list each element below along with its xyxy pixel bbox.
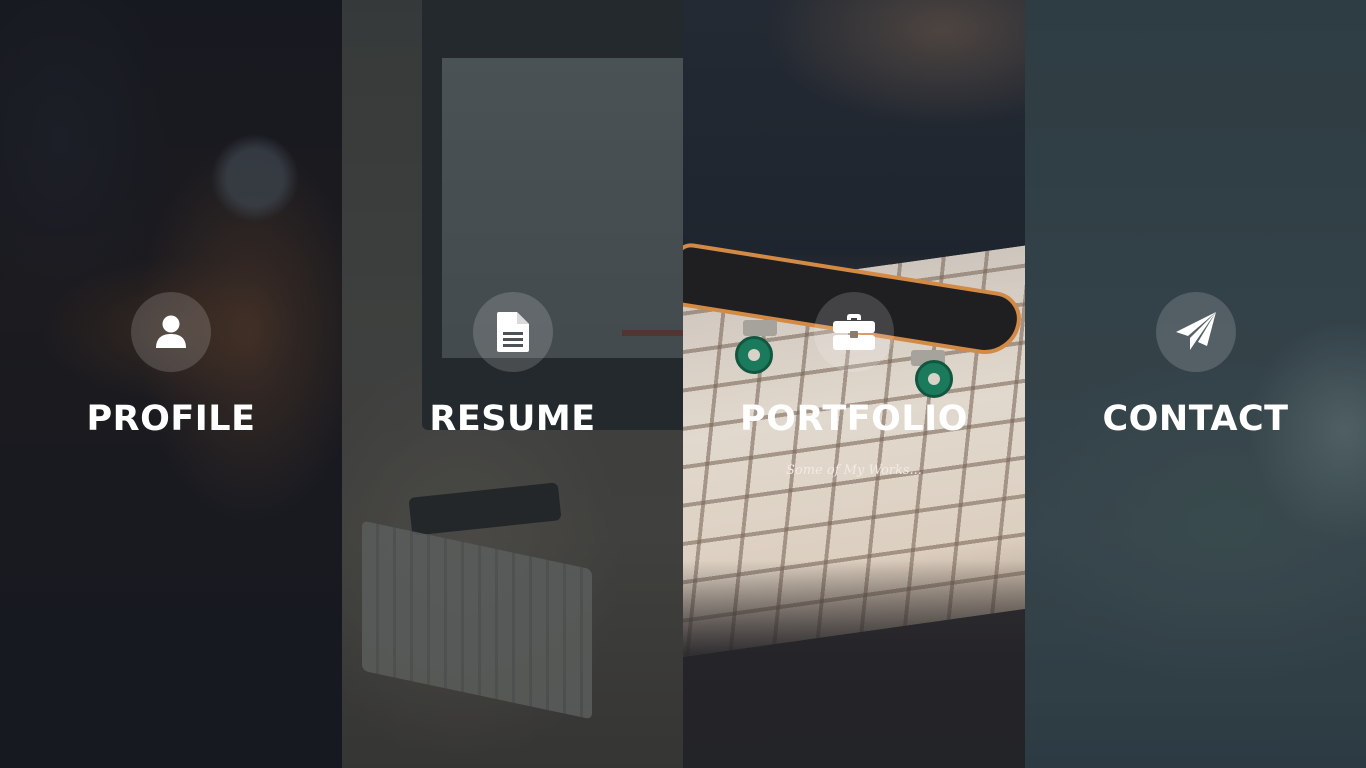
portfolio-content: PORTFOLIO Some of My Works... (683, 292, 1025, 479)
panel-portfolio[interactable]: PORTFOLIO Some of My Works... (683, 0, 1025, 768)
user-icon[interactable] (131, 292, 211, 372)
briefcase-icon[interactable] (814, 292, 894, 372)
resume-content: RESUME (342, 292, 683, 479)
panel-title-portfolio[interactable]: PORTFOLIO (683, 399, 1025, 439)
panel-title-profile[interactable]: PROFILE (0, 399, 342, 439)
panel-subtitle-portfolio: Some of My Works... (786, 463, 922, 478)
panel-subtitle-profile (0, 463, 342, 479)
document-icon[interactable] (472, 292, 553, 372)
panel-title-contact[interactable]: CONTACT (1025, 399, 1366, 439)
section-panels: PROFILE RESUME PORTFOLIO Some of My Work… (0, 0, 1366, 768)
profile-content: PROFILE (0, 292, 342, 479)
panel-subtitle-resume (342, 463, 683, 479)
panel-subtitle-contact (1025, 463, 1366, 479)
paper-plane-icon[interactable] (1155, 292, 1236, 372)
panel-profile[interactable]: PROFILE (0, 0, 342, 768)
contact-content: CONTACT (1025, 292, 1366, 479)
panel-contact[interactable]: CONTACT (1025, 0, 1366, 768)
panel-resume[interactable]: RESUME (342, 0, 683, 768)
panel-title-resume[interactable]: RESUME (342, 399, 683, 439)
